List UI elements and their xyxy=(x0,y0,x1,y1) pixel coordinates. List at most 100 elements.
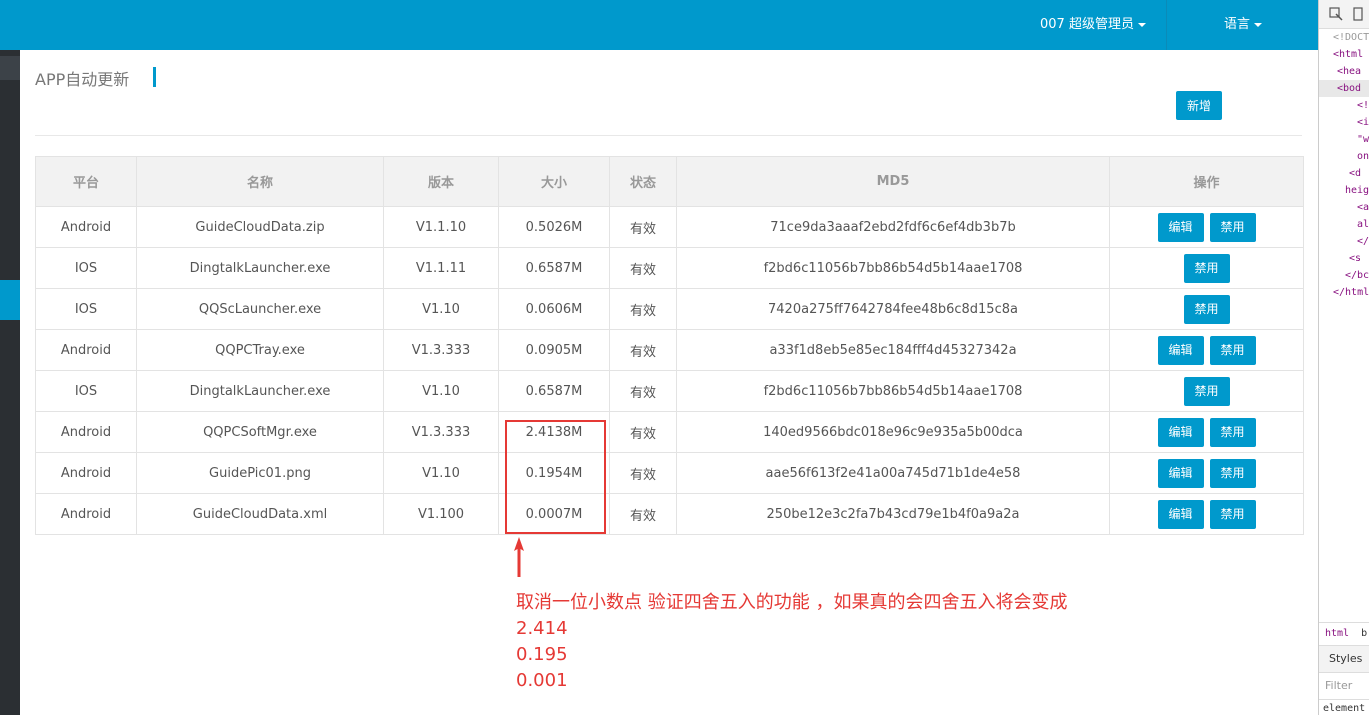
cell-name: QQPCSoftMgr.exe xyxy=(136,411,384,453)
cell-status: 有效 xyxy=(609,206,677,248)
cell-status: 有效 xyxy=(609,493,677,535)
breadcrumb-body[interactable]: b xyxy=(1361,628,1367,639)
cell-name: DingtalkLauncher.exe xyxy=(136,370,384,412)
table-row: IOS DingtalkLauncher.exe V1.10 0.6587M 有效 f2b… xyxy=(35,370,1304,412)
cell-actions: 编辑 禁用 xyxy=(1109,411,1304,453)
table-row: IOS QQScLauncher.exe V1.10 0.0606M 有效 7420a27… xyxy=(35,288,1304,330)
sidebar-item[interactable] xyxy=(0,56,20,80)
cell-status: 有效 xyxy=(609,288,677,330)
annotation-note: 取消一位小数点 验证四舍五入的功能 ，如果真的会四舍五入将会变成 2.414 0… xyxy=(516,590,1067,694)
cell-actions: 禁用 xyxy=(1109,288,1304,330)
add-button[interactable]: 新增 xyxy=(1176,91,1222,120)
cell-actions: 编辑 禁用 xyxy=(1109,493,1304,535)
sidebar-item-active[interactable] xyxy=(0,280,20,320)
language-label: 语言 xyxy=(1224,17,1251,32)
user-label: 007 超级管理员 xyxy=(1040,17,1134,32)
table-header-row: 平台 名称 版本 大小 状态 MD5 操作 xyxy=(35,156,1304,207)
column-header-platform: 平台 xyxy=(35,156,137,207)
dom-node[interactable]: </html xyxy=(1319,284,1369,301)
cell-actions: 禁用 xyxy=(1109,247,1304,289)
page-title: APP自动更新 xyxy=(35,70,130,89)
cell-md5: a33f1d8eb5e85ec184fff4d45327342a xyxy=(676,329,1110,371)
edit-button[interactable]: 编辑 xyxy=(1157,335,1204,365)
cell-size: 0.5026M xyxy=(498,206,610,248)
arrow-up-icon xyxy=(514,537,524,577)
styles-filter-input[interactable]: Filter xyxy=(1319,672,1369,699)
cell-md5: aae56f613f2e41a00a745d71b1de4e58 xyxy=(676,452,1110,494)
cell-platform: Android xyxy=(35,206,137,248)
dom-node[interactable]: <i xyxy=(1319,114,1369,131)
disable-button[interactable]: 禁用 xyxy=(1183,253,1230,283)
cell-actions: 禁用 xyxy=(1109,370,1304,412)
cell-version: V1.10 xyxy=(383,370,499,412)
dom-node[interactable]: "w xyxy=(1319,131,1369,148)
cell-status: 有效 xyxy=(609,452,677,494)
dom-node[interactable]: <bod xyxy=(1319,80,1369,97)
dom-node[interactable]: heig xyxy=(1319,182,1369,199)
cell-version: V1.10 xyxy=(383,452,499,494)
cell-status: 有效 xyxy=(609,370,677,412)
edit-button[interactable]: 编辑 xyxy=(1157,417,1204,447)
devtools-dom-tree: <!DOCT <html <hea <bod <! <i "w on <d heig <a al </<… xyxy=(1319,29,1369,301)
devtools-toolbar xyxy=(1319,0,1369,29)
dom-node[interactable]: </bc xyxy=(1319,267,1369,284)
cell-version: V1.3.333 xyxy=(383,329,499,371)
edit-button[interactable]: 编辑 xyxy=(1157,212,1204,242)
cell-version: V1.10 xyxy=(383,288,499,330)
top-navbar: 007 超级管理员 语言 xyxy=(0,0,1318,50)
dom-node[interactable]: <html xyxy=(1319,46,1369,63)
column-header-size: 大小 xyxy=(498,156,610,207)
disable-button[interactable]: 禁用 xyxy=(1209,417,1256,447)
edit-button[interactable]: 编辑 xyxy=(1157,458,1204,488)
cell-md5: 250be12e3c2fa7b43cd79e1b4f0a9a2a xyxy=(676,493,1110,535)
dom-node[interactable]: al xyxy=(1319,216,1369,233)
cell-version: V1.1.10 xyxy=(383,206,499,248)
cell-name: GuidePic01.png xyxy=(136,452,384,494)
cell-md5: f2bd6c11056b7bb86b54d5b14aae1708 xyxy=(676,370,1110,412)
dom-node[interactable]: <!DOCT xyxy=(1319,29,1369,46)
disable-button[interactable]: 禁用 xyxy=(1209,335,1256,365)
dom-node[interactable]: <d xyxy=(1319,165,1369,182)
cell-platform: Android xyxy=(35,411,137,453)
cell-name: GuideCloudData.zip xyxy=(136,206,384,248)
column-header-version: 版本 xyxy=(383,156,499,207)
navbar-divider xyxy=(1166,0,1167,50)
cell-size: 0.0905M xyxy=(498,329,610,371)
table-row: Android GuidePic01.png V1.10 0.1954M 有效 aae56… xyxy=(35,452,1304,494)
styles-tab[interactable]: Styles xyxy=(1319,645,1369,672)
dom-node[interactable]: <s xyxy=(1319,250,1369,267)
disable-button[interactable]: 禁用 xyxy=(1209,458,1256,488)
cell-size: 0.6587M xyxy=(498,370,610,412)
dom-node[interactable]: <hea xyxy=(1319,63,1369,80)
cell-status: 有效 xyxy=(609,411,677,453)
app-update-table: 平台 名称 版本 大小 状态 MD5 操作 Android GuideCloudD… xyxy=(35,156,1304,535)
disable-button[interactable]: 禁用 xyxy=(1209,499,1256,529)
cell-actions: 编辑 禁用 xyxy=(1109,329,1304,371)
disable-button[interactable]: 禁用 xyxy=(1209,212,1256,242)
language-menu[interactable]: 语言 xyxy=(1224,0,1263,50)
cell-platform: Android xyxy=(35,329,137,371)
annotation-line: 取消一位小数点 验证四舍五入的功能 ，如果真的会四舍五入将会变成 xyxy=(516,592,1068,613)
divider xyxy=(35,135,1302,136)
disable-button[interactable]: 禁用 xyxy=(1183,294,1230,324)
inspect-icon[interactable] xyxy=(1329,7,1343,21)
table-row: Android QQPCTray.exe V1.3.333 0.0905M 有效 a33f… xyxy=(35,329,1304,371)
table-row: IOS DingtalkLauncher.exe V1.1.11 0.6587M 有效 f… xyxy=(35,247,1304,289)
breadcrumb-html[interactable]: html xyxy=(1325,628,1349,639)
devtools-breadcrumb[interactable]: html b xyxy=(1319,622,1369,645)
cell-actions: 编辑 禁用 xyxy=(1109,206,1304,248)
chevron-down-icon xyxy=(1254,22,1263,27)
user-menu[interactable]: 007 超级管理员 xyxy=(1040,0,1146,50)
dom-node[interactable]: <a xyxy=(1319,199,1369,216)
dom-node[interactable]: </ xyxy=(1319,233,1369,250)
cell-actions: 编辑 禁用 xyxy=(1109,452,1304,494)
cell-name: GuideCloudData.xml xyxy=(136,493,384,535)
dom-node[interactable]: on xyxy=(1319,148,1369,165)
cell-md5: 140ed9566bdc018e96c9e935a5b00dca xyxy=(676,411,1110,453)
disable-button[interactable]: 禁用 xyxy=(1183,376,1230,406)
cell-md5: 71ce9da3aaaf2ebd2fdf6c6ef4db3b7b xyxy=(676,206,1110,248)
edit-button[interactable]: 编辑 xyxy=(1157,499,1204,529)
table-row: Android GuideCloudData.zip V1.1.10 0.5026M 有… xyxy=(35,206,1304,248)
dom-node[interactable]: <! xyxy=(1319,97,1369,114)
device-icon[interactable] xyxy=(1353,7,1363,21)
